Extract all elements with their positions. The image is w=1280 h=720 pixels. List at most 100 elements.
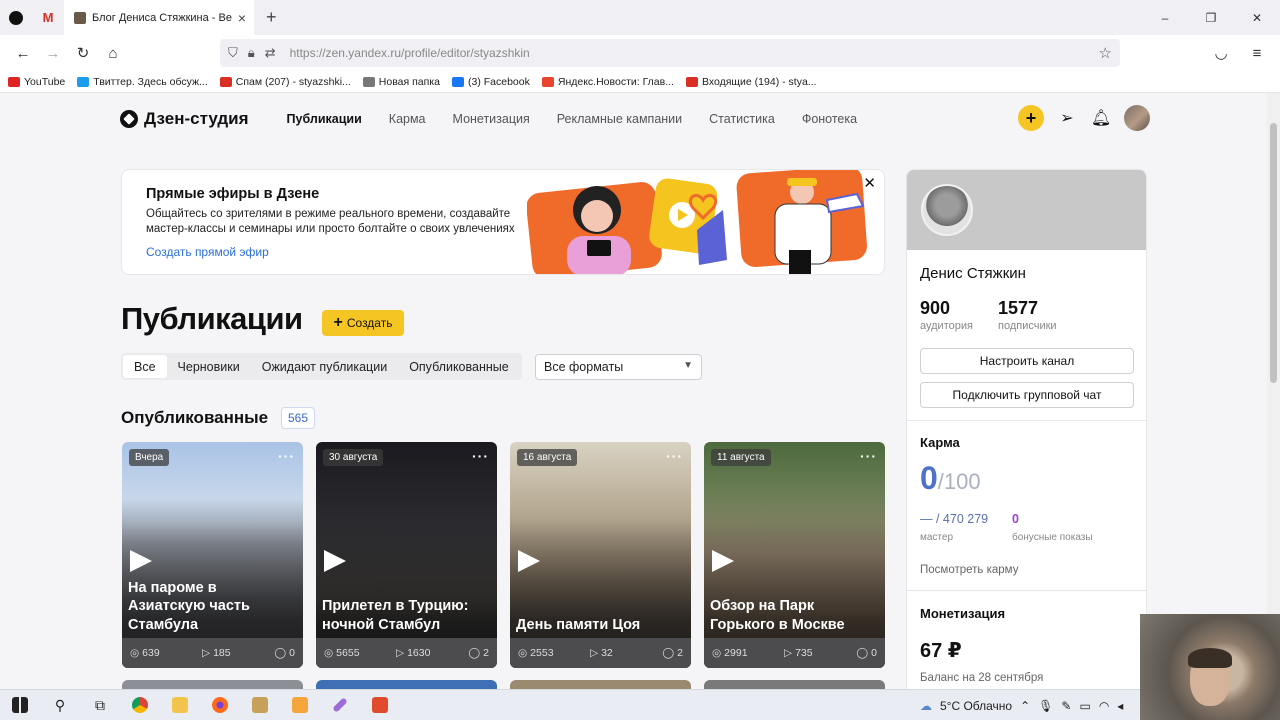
studio-logo[interactable]: Дзен-студия [120,109,249,129]
card-more-icon[interactable]: ··· [472,448,489,464]
setup-channel-button[interactable]: Настроить канал [920,348,1134,374]
card-views: ◎ 5655 [324,647,396,659]
nav-karma[interactable]: Карма [389,112,426,126]
address-bar[interactable]: ⛉ 🔒︎ ⇄ https://zen.yandex.ru/profile/edi… [220,39,1120,67]
card-more-icon[interactable]: ··· [860,448,877,464]
menu-icon[interactable]: ≡ [1242,38,1272,68]
nav-monetization[interactable]: Монетизация [453,112,530,126]
subscribers-stat: 1577 подписчики [998,298,1057,332]
back-icon[interactable]: ← [8,38,38,68]
card-plays: ▷ 735 [784,647,850,659]
publication-card[interactable]: 16 августа ··· День памяти Цоя ◎ 2553 ▷ 32 ◯ 2 [510,442,691,668]
play-icon [130,550,152,572]
card-more-icon[interactable]: ··· [666,448,683,464]
chevron-down-icon: ▼ [683,360,693,371]
wifi-icon[interactable]: ◠ [1099,699,1109,713]
weather-icon[interactable]: ☁ [920,699,932,713]
pen-app-icon[interactable] [320,690,360,720]
search-icon[interactable]: ⚲ [40,690,80,720]
group-chat-button[interactable]: Подключить групповой чат [920,382,1134,408]
play-icon [518,550,540,572]
minimize-button[interactable]: – [1142,0,1188,35]
channel-avatar[interactable] [921,184,973,236]
firefox-icon[interactable] [200,690,240,720]
card-more-icon[interactable]: ··· [278,448,295,464]
filter-drafts[interactable]: Черновики [167,355,251,378]
bell-icon[interactable]: 🔔︎ [1090,108,1112,128]
forward-icon[interactable]: → [38,38,68,68]
pocket-icon[interactable]: ◡ [1206,38,1236,68]
card-title: На пароме в Азиатскую часть Стамбула [128,579,250,633]
bookmark-item[interactable]: Входящие (194) - stya... [685,76,817,88]
tab-close-icon[interactable]: × [238,10,246,26]
pinned-tab-gmail[interactable]: M [32,0,64,35]
filter-pending[interactable]: Ожидают публикации [251,355,398,378]
view-karma-link[interactable]: Посмотреть карму [920,564,1018,576]
card-date: 30 августа [323,449,384,466]
close-window-button[interactable]: ✕ [1234,0,1280,35]
nav-statistics[interactable]: Статистика [709,112,775,126]
card-comments-value: 0 [289,647,295,659]
tray-chevron-icon[interactable]: ⌃ [1020,699,1030,713]
bookmark-item[interactable]: YouTube [8,76,65,88]
bookmark-star-icon[interactable]: ☆ [1099,44,1112,62]
pen-icon[interactable]: ✎ [1061,699,1071,713]
file-explorer-icon[interactable] [160,690,200,720]
nav-ad-campaigns[interactable]: Рекламные кампании [557,112,682,126]
create-button[interactable]: + Создать [322,310,404,336]
media-player-icon[interactable] [280,690,320,720]
bookmark-item[interactable]: Новая папка [362,75,440,88]
maximize-button[interactable]: ❐ [1188,0,1234,35]
pinned-tab-zen[interactable] [0,0,32,35]
active-tab[interactable]: Блог Дениса Стяжкина - Вести × [64,0,254,35]
balance-value: 67 ₽ [920,640,962,662]
toolbar-right: ◡ ≡ [1206,38,1272,68]
speaker-icon[interactable]: ◂ [1117,699,1123,713]
publication-card[interactable]: 30 августа ··· Прилетел в Турцию: ночной С… [316,442,497,668]
bookmark-label: (3) Facebook [468,75,530,88]
format-select[interactable]: Все форматы ▼ [535,354,702,380]
create-stream-link[interactable]: Создать прямой эфир [146,245,269,259]
add-button[interactable]: + [1018,105,1044,131]
nav-publications[interactable]: Публикации [287,112,362,126]
page-scrollbar[interactable] [1267,93,1280,689]
filter-published[interactable]: Опубликованные [398,355,520,378]
scrollbar-thumb[interactable] [1270,123,1277,383]
bookmark-item[interactable]: Спам (207) - styazshki... [219,76,351,88]
avatar[interactable] [1124,105,1150,131]
bookmark-item[interactable]: Твиттер. Здесь обсуж... [77,76,208,88]
send-icon[interactable]: ➢ [1056,108,1078,128]
url-text[interactable]: https://zen.yandex.ru/profile/editor/sty… [290,46,530,60]
app-icon[interactable] [240,690,280,720]
audience-stat: 900 аудитория [920,298,973,332]
card-plays-value: 32 [601,647,613,659]
permissions-icon[interactable]: ⇄ [265,45,276,61]
filter-all[interactable]: Все [123,355,167,378]
banner-close-button[interactable]: ✕ [863,174,876,192]
screen-recorder-icon[interactable] [360,690,400,720]
reload-icon[interactable]: ↻ [68,38,98,68]
battery-icon[interactable]: ▭ [1079,699,1090,713]
subscribers-label: подписчики [998,320,1057,332]
windows-taskbar: ⚲ ⧉ ☁ 5°C Облачно ⌃ 🎙︎ ✎ ▭ ◠ ◂ [0,689,1280,720]
publication-card[interactable]: 11 августа ··· Обзор на Парк Горького в Мо… [704,442,885,668]
bonus-label: бонусные показы [1012,532,1093,543]
windows-start-icon[interactable] [0,690,40,720]
bookmark-item[interactable]: (3) Facebook [452,76,530,88]
zen-logo-icon [9,10,23,25]
play-icon [324,550,346,572]
new-tab-button[interactable]: + [266,7,277,28]
nav-music-library[interactable]: Фонотека [802,112,857,126]
chrome-icon[interactable] [120,690,160,720]
bookmark-item[interactable]: Яндекс.Новости: Глав... [541,76,674,88]
microphone-icon[interactable]: 🎙︎ [1038,699,1053,713]
bookmark-favicon-icon [219,76,232,87]
task-view-icon[interactable]: ⧉ [80,690,120,720]
lock-icon[interactable]: 🔒︎ [248,45,255,61]
publication-card[interactable]: Вчера ··· На пароме в Азиатскую часть Стам… [122,442,303,668]
shield-icon[interactable]: ⛉ [228,45,238,61]
weather-text[interactable]: 5°C Облачно [940,699,1012,713]
bookmark-label: Новая папка [378,75,440,88]
bookmarks-bar: YouTube Твиттер. Здесь обсуж... Спам (207)… [0,71,1280,93]
home-icon[interactable]: ⌂ [98,38,128,68]
